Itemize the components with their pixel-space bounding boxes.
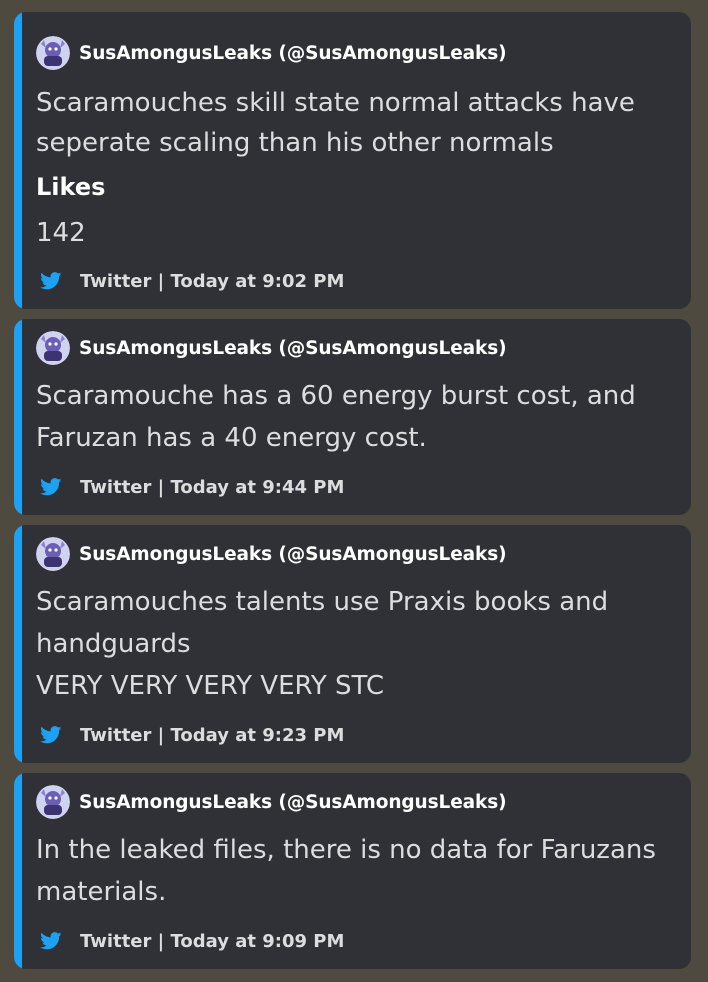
footer-text: Twitter | Today at 9:44 PM <box>80 476 345 498</box>
embed-footer: Twitter | Today at 9:23 PM <box>40 722 344 748</box>
field-name: Likes <box>36 173 106 201</box>
author-name[interactable]: SusAmongusLeaks (@SusAmongusLeaks) <box>79 338 507 359</box>
author-name[interactable]: SusAmongusLeaks (@SusAmongusLeaks) <box>79 544 507 565</box>
twitter-bird-icon <box>40 932 62 950</box>
embed-author[interactable]: SusAmongusLeaks (@SusAmongusLeaks) <box>36 785 507 819</box>
embed-footer: Twitter | Today at 9:02 PM <box>40 268 344 294</box>
tweet-text-line: seperate scaling than his other normals <box>36 128 554 158</box>
tweet-text-line: In the leaked files, there is no data fo… <box>36 835 656 865</box>
twitter-bird-icon <box>40 726 62 744</box>
avatar-icon[interactable] <box>36 537 70 571</box>
tweet-text-line: Scaramouche has a 60 energy burst cost, … <box>36 381 636 411</box>
tweet-text-line: Scaramouches talents use Praxis books an… <box>36 587 609 617</box>
tweet-text-line: VERY VERY VERY VERY STC <box>36 671 385 701</box>
embed-author[interactable]: SusAmongusLeaks (@SusAmongusLeaks) <box>36 331 507 365</box>
avatar-icon[interactable] <box>36 331 70 365</box>
author-name[interactable]: SusAmongusLeaks (@SusAmongusLeaks) <box>79 43 507 64</box>
footer-text: Twitter | Today at 9:23 PM <box>80 724 345 746</box>
twitter-bird-icon <box>40 272 62 290</box>
tweet-text-line: materials. <box>36 877 167 907</box>
discord-channel-view: SusAmongusLeaks (@SusAmongusLeaks) Scara… <box>0 0 708 982</box>
tweet-embed: SusAmongusLeaks (@SusAmongusLeaks) Scara… <box>14 12 691 309</box>
footer-text: Twitter | Today at 9:09 PM <box>80 930 345 952</box>
embed-footer: Twitter | Today at 9:44 PM <box>40 474 344 500</box>
tweet-text-line: Scaramouches skill state normal attacks … <box>36 88 635 118</box>
embed-accent-bar <box>14 319 22 515</box>
embed-accent-bar <box>14 525 22 763</box>
tweet-text-line: Faruzan has a 40 energy cost. <box>36 423 427 453</box>
footer-text: Twitter | Today at 9:02 PM <box>80 270 345 292</box>
tweet-text-line: handguards <box>36 629 191 659</box>
field-value: 142 <box>36 218 86 248</box>
embed-accent-bar <box>14 12 22 309</box>
tweet-embed: SusAmongusLeaks (@SusAmongusLeaks) Scara… <box>14 319 691 515</box>
twitter-bird-icon <box>40 478 62 496</box>
embed-author[interactable]: SusAmongusLeaks (@SusAmongusLeaks) <box>36 36 507 70</box>
avatar-icon[interactable] <box>36 785 70 819</box>
tweet-embed: SusAmongusLeaks (@SusAmongusLeaks) Scara… <box>14 525 691 763</box>
embed-author[interactable]: SusAmongusLeaks (@SusAmongusLeaks) <box>36 537 507 571</box>
embed-accent-bar <box>14 773 22 969</box>
avatar-icon[interactable] <box>36 36 70 70</box>
embed-footer: Twitter | Today at 9:09 PM <box>40 928 344 954</box>
author-name[interactable]: SusAmongusLeaks (@SusAmongusLeaks) <box>79 792 507 813</box>
tweet-embed: SusAmongusLeaks (@SusAmongusLeaks) In th… <box>14 773 691 969</box>
